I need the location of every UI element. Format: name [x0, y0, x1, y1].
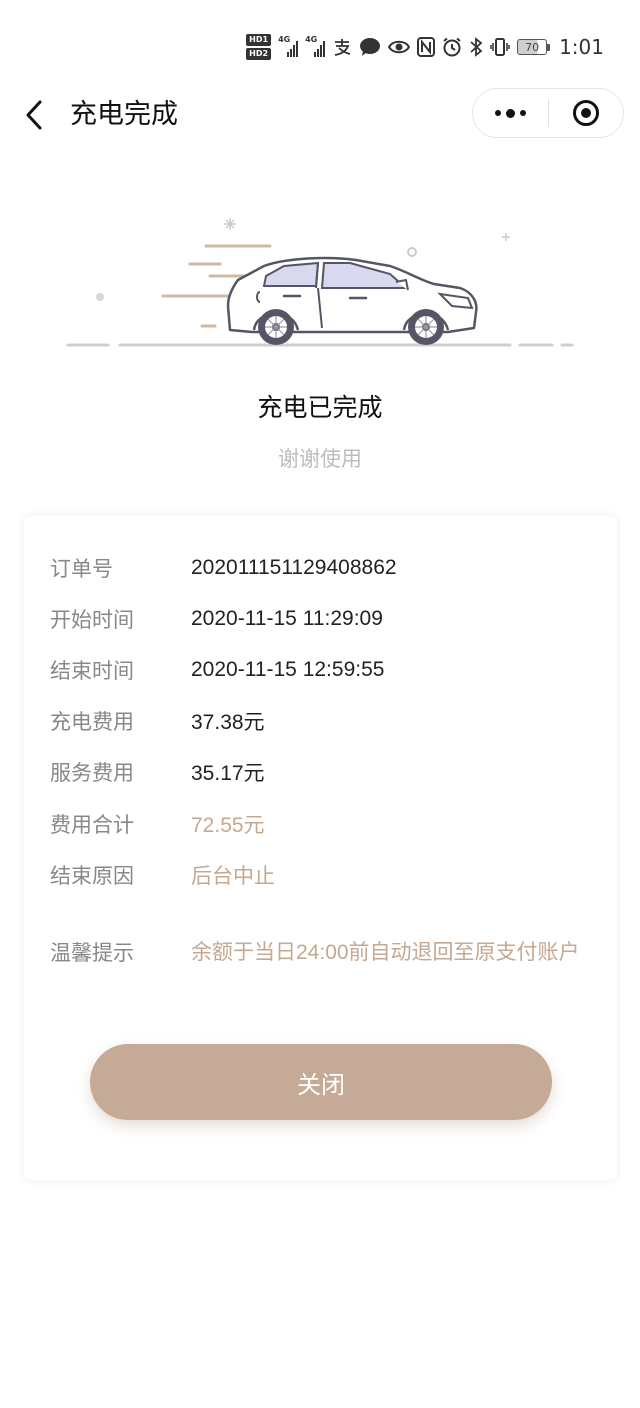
tip-value: 余额于当日24:00前自动退回至原支付账户 — [191, 940, 580, 964]
battery-icon: 70 — [517, 39, 551, 55]
end-time-value: 2020-11-15 12:59:55 — [191, 658, 385, 681]
clock: 1:01 — [559, 35, 604, 59]
end-reason-value: 后台中止 — [191, 865, 275, 888]
page-title: 充电完成 — [70, 99, 178, 130]
more-button[interactable] — [473, 89, 548, 137]
target-circle-icon — [572, 100, 599, 126]
start-time-label: 开始时间 — [50, 608, 134, 632]
exit-mini-program-button[interactable] — [549, 89, 624, 137]
close-button[interactable]: 关闭 — [90, 1044, 552, 1120]
end-reason-row: 结束原因 后台中止 — [50, 857, 590, 893]
car-charging-illustration — [66, 218, 574, 347]
total-fee-value: 72.55元 — [191, 814, 265, 837]
more-dots-icon — [494, 108, 526, 118]
charge-fee-row: 充电费用 37.38元 — [50, 703, 590, 739]
bluetooth-icon — [469, 37, 483, 57]
signal-icon: 4G — [278, 35, 299, 57]
result-title: 充电已完成 — [257, 393, 383, 422]
start-time-value: 2020-11-15 11:29:09 — [191, 607, 383, 630]
order-no-label: 订单号 — [50, 557, 113, 581]
hd1-badge: HD1 — [246, 34, 272, 46]
total-fee-row: 费用合计 72.55元 — [50, 806, 590, 842]
hd2-badge: HD2 — [246, 48, 272, 60]
order-no-row: 订单号 202011151129408862 — [50, 550, 590, 586]
charge-fee-label: 充电费用 — [50, 710, 134, 734]
back-button[interactable] — [24, 98, 50, 132]
tip-label: 温馨提示 — [50, 941, 134, 965]
service-fee-label: 服务费用 — [50, 761, 134, 785]
start-time-row: 开始时间 2020-11-15 11:29:09 — [50, 601, 590, 637]
signal-icon: 4G — [305, 35, 326, 57]
total-fee-label: 费用合计 — [50, 813, 134, 837]
service-fee-value: 35.17元 — [191, 762, 265, 785]
network-type-label: 4G — [305, 35, 318, 44]
eye-icon — [388, 39, 411, 55]
tip-row: 温馨提示 余额于当日24:00前自动退回至原支付账户 — [50, 901, 590, 1003]
status-bar: HD1 HD2 4G 4G 70 1:01 — [0, 0, 640, 92]
status-icons: HD1 HD2 4G 4G 70 1:01 — [246, 30, 604, 64]
end-time-label: 结束时间 — [50, 659, 134, 683]
charge-fee-value: 37.38元 — [191, 711, 265, 734]
alipay-icon — [332, 37, 352, 57]
vibrate-icon — [490, 37, 510, 57]
nav-bar: 充电完成 — [0, 88, 640, 142]
result-subtitle: 谢谢使用 — [278, 447, 362, 471]
chevron-left-icon — [26, 100, 42, 130]
order-detail-card: 订单号 202011151129408862 开始时间 2020-11-15 1… — [24, 516, 617, 1180]
battery-level: 70 — [517, 39, 548, 55]
end-time-row: 结束时间 2020-11-15 12:59:55 — [50, 652, 590, 688]
wechat-icon — [359, 37, 381, 57]
network-type-label: 4G — [278, 35, 291, 44]
service-fee-row: 服务费用 35.17元 — [50, 754, 590, 790]
mini-program-capsule — [472, 88, 624, 138]
order-no-value: 202011151129408862 — [191, 556, 397, 579]
alarm-icon — [442, 37, 462, 57]
hd-badge-icon: HD1 HD2 — [246, 34, 272, 60]
nfc-icon — [417, 37, 436, 57]
end-reason-label: 结束原因 — [50, 864, 134, 888]
